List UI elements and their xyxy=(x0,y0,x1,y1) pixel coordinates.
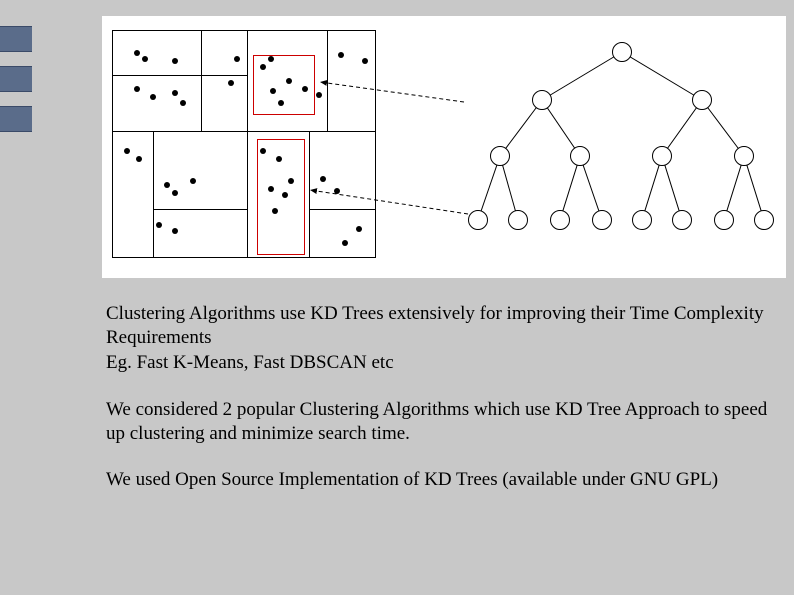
kd-tree-figure xyxy=(102,16,786,278)
paragraph-1: Clustering Algorithms use KD Trees exten… xyxy=(106,302,786,375)
side-bar xyxy=(0,106,32,132)
slide: Clustering Algorithms use KD Trees exten… xyxy=(50,0,792,595)
paragraph-3: We used Open Source Implementation of KD… xyxy=(106,468,786,492)
side-bar xyxy=(0,26,32,52)
dashed-arrows xyxy=(102,16,786,278)
paragraph-2: We considered 2 popular Clustering Algor… xyxy=(106,398,786,447)
side-bar xyxy=(0,66,32,92)
